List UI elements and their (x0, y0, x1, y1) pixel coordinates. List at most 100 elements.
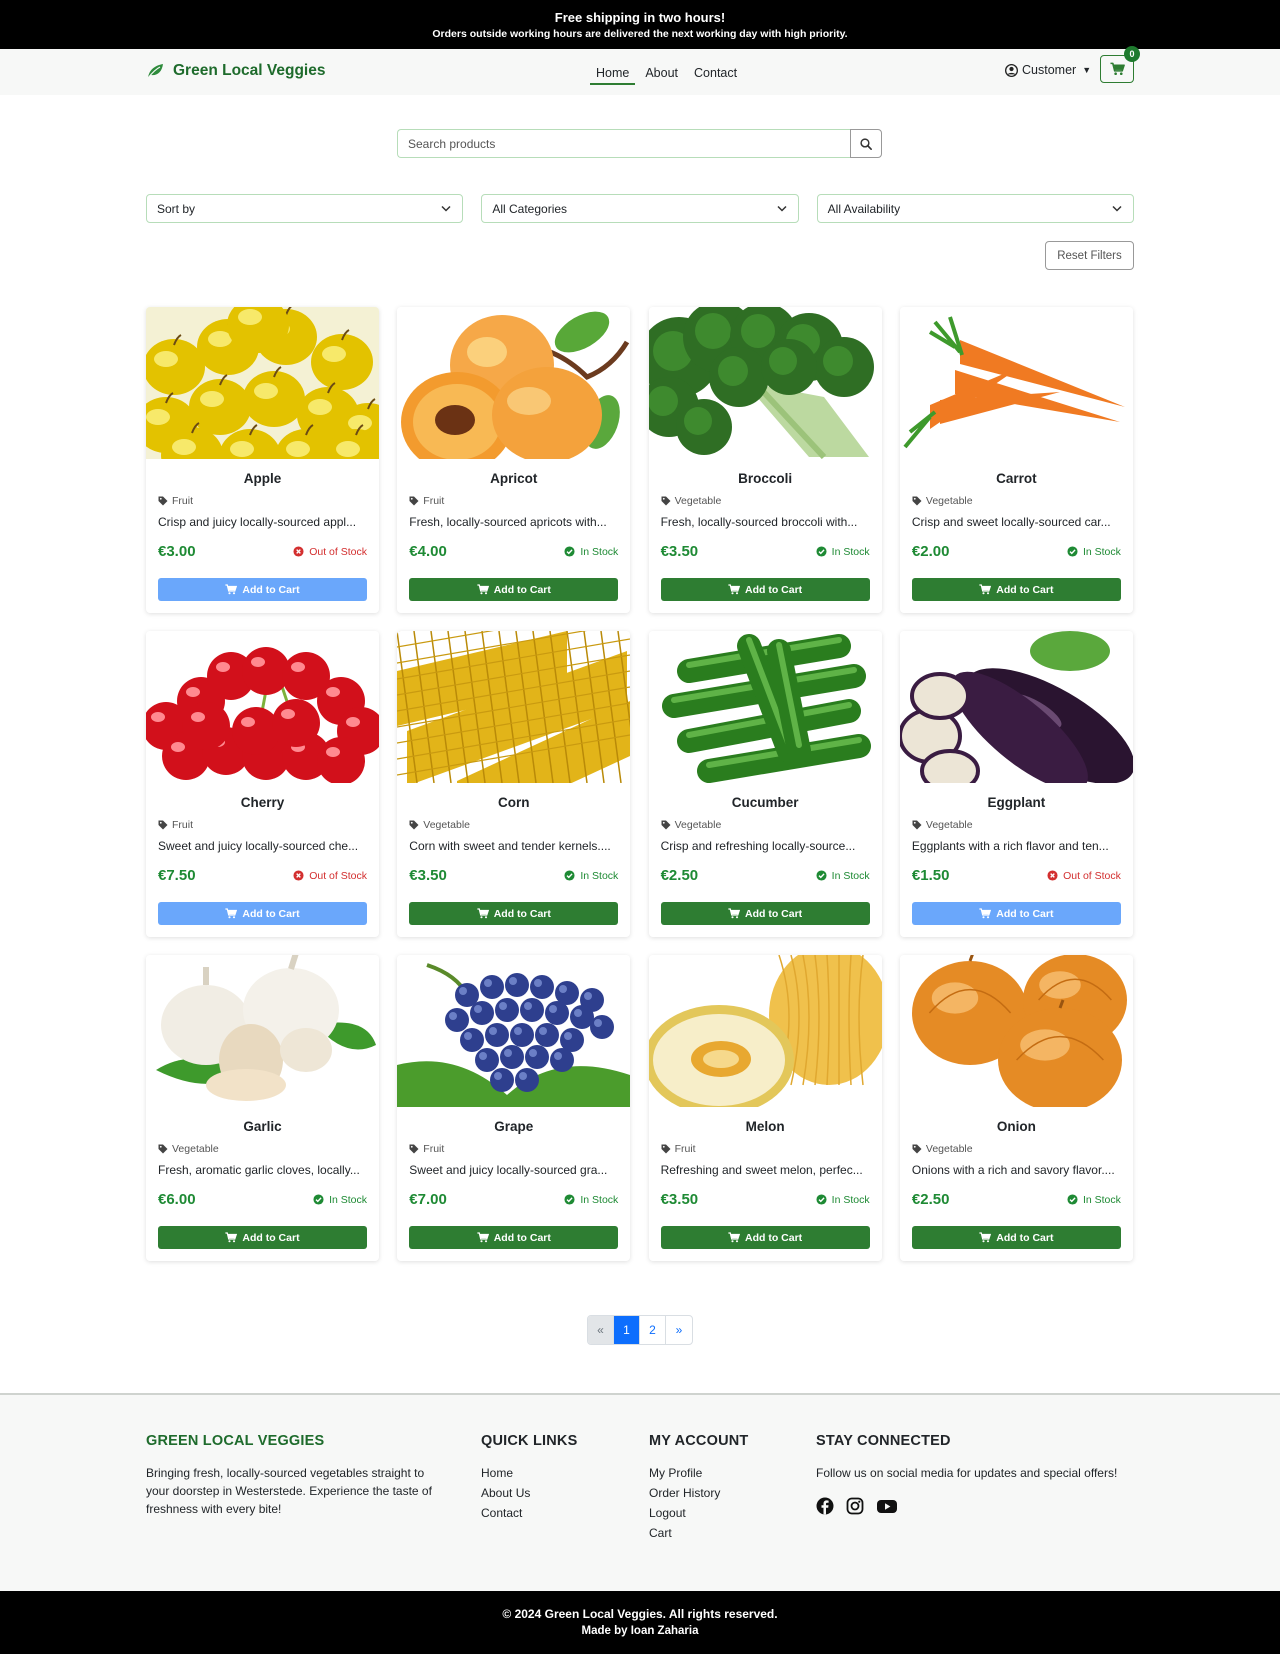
chevron-down-icon (777, 205, 787, 212)
add-to-cart-button[interactable]: Add to Cart (409, 1226, 619, 1249)
product-category: Vegetable (912, 495, 1121, 507)
product-price-row: €3.50 In Stock (409, 867, 618, 884)
stock-status: Out of Stock (293, 546, 367, 558)
tag-icon (661, 1144, 671, 1154)
footer-link-logout[interactable]: Logout (649, 1503, 799, 1523)
footer-about: GREEN LOCAL VEGGIES Bringing fresh, loca… (146, 1433, 446, 1518)
copyright-text: © 2024 Green Local Veggies. All rights r… (502, 1607, 778, 1621)
product-price: €7.50 (158, 867, 196, 884)
nav-link-contact[interactable]: Contact (688, 66, 743, 85)
tag-icon (158, 496, 168, 506)
cart-icon (477, 1232, 489, 1243)
product-price: €2.50 (911, 1191, 950, 1208)
product-category-label: Vegetable (925, 1143, 973, 1155)
instagram-icon[interactable] (846, 1497, 864, 1515)
pagination-next[interactable]: » (666, 1316, 692, 1344)
product-category-label: Vegetable (674, 819, 722, 831)
footer-link-my-profile[interactable]: My Profile (649, 1463, 799, 1483)
product-card[interactable]: Broccoli Vegetable Fresh, locally-source… (648, 307, 882, 613)
add-to-cart-button[interactable]: Add to Cart (911, 578, 1121, 601)
product-card[interactable]: Apple Fruit Crisp and juicy locally-sour… (146, 307, 379, 613)
product-card[interactable]: Carrot Vegetable Crisp and sweet locally… (899, 307, 1133, 613)
add-to-cart-button[interactable]: Add to Cart (409, 902, 619, 925)
footer-brand-heading: GREEN LOCAL VEGGIES (146, 1433, 325, 1449)
product-image[interactable] (899, 631, 1133, 783)
product-name[interactable]: Apricot (397, 471, 630, 486)
footer-link-order-history[interactable]: Order History (649, 1483, 799, 1503)
product-card[interactable]: Cherry Fruit Sweet and juicy locally-sou… (146, 631, 379, 937)
footer-link-cart[interactable]: Cart (649, 1523, 799, 1543)
product-card[interactable]: Onion Vegetable Onions with a rich and s… (899, 955, 1133, 1261)
add-to-cart-button[interactable]: Add to Cart (409, 578, 619, 601)
product-image[interactable] (899, 307, 1133, 459)
add-to-cart-button[interactable]: Add to Cart (911, 1226, 1121, 1249)
product-image[interactable] (146, 955, 379, 1107)
product-name[interactable]: Cucumber (649, 795, 882, 810)
add-to-cart-button[interactable]: Add to Cart (158, 902, 367, 925)
pagination: « 1 2 » (587, 1315, 693, 1345)
add-to-cart-button[interactable]: Add to Cart (158, 1226, 367, 1249)
product-card[interactable]: Garlic Vegetable Fresh, aromatic garlic … (146, 955, 379, 1261)
youtube-icon[interactable] (876, 1497, 898, 1515)
product-name[interactable]: Cherry (146, 795, 379, 810)
account-dropdown[interactable]: Customer ▼ (1005, 63, 1091, 77)
nav-link-about[interactable]: About (639, 66, 684, 85)
product-name[interactable]: Corn (397, 795, 630, 810)
product-card[interactable]: Apricot Fruit Fresh, locally-sourced apr… (397, 307, 631, 613)
product-category: Vegetable (661, 495, 870, 507)
footer-link-about-us[interactable]: About Us (481, 1483, 631, 1503)
search-input[interactable] (397, 129, 850, 158)
product-image[interactable] (397, 307, 631, 459)
product-card[interactable]: Eggplant Vegetable Eggplants with a rich… (899, 631, 1133, 937)
product-card[interactable]: Cucumber Vegetable Crisp and refreshing … (648, 631, 882, 937)
product-name[interactable]: Apple (146, 471, 379, 486)
product-image[interactable] (648, 307, 882, 459)
pagination-page-1[interactable]: 1 (614, 1316, 640, 1344)
add-to-cart-button[interactable]: Add to Cart (158, 578, 367, 601)
facebook-icon[interactable] (816, 1497, 834, 1515)
brand-name: Green Local Veggies (173, 62, 326, 79)
footer-social-text: Follow us on social media for updates an… (816, 1466, 1118, 1480)
footer-link-contact[interactable]: Contact (481, 1503, 631, 1523)
search-button[interactable] (850, 129, 882, 158)
product-name[interactable]: Onion (900, 1119, 1133, 1134)
tag-icon (409, 820, 419, 830)
product-image[interactable] (899, 955, 1133, 1107)
sort-select[interactable]: Sort by (146, 194, 464, 223)
product-name[interactable]: Grape (397, 1119, 630, 1134)
add-to-cart-button[interactable]: Add to Cart (660, 578, 870, 601)
pagination-prev[interactable]: « (588, 1316, 614, 1344)
brand-logo[interactable]: Green Local Veggies (146, 62, 325, 80)
product-image[interactable] (146, 307, 379, 459)
product-image[interactable] (397, 955, 631, 1107)
product-name[interactable]: Garlic (146, 1119, 379, 1134)
product-category-label: Fruit (172, 819, 193, 831)
reset-filters-button[interactable]: Reset Filters (1045, 241, 1134, 270)
pagination-page-2[interactable]: 2 (640, 1316, 666, 1344)
add-to-cart-button[interactable]: Add to Cart (660, 1226, 870, 1249)
add-to-cart-button[interactable]: Add to Cart (660, 902, 870, 925)
product-image[interactable] (648, 631, 882, 783)
product-card[interactable]: Melon Fruit Refreshing and sweet melon, … (648, 955, 882, 1261)
product-image[interactable] (397, 631, 631, 783)
nav-link-home[interactable]: Home (590, 66, 636, 85)
product-name[interactable]: Broccoli (649, 471, 882, 486)
product-description: Corn with sweet and tender kernels.... (409, 839, 611, 853)
footer-link-home[interactable]: Home (481, 1463, 631, 1483)
category-select[interactable]: All Categories (481, 194, 799, 223)
footer: GREEN LOCAL VEGGIES Bringing fresh, loca… (0, 1393, 1280, 1591)
stock-status: In Stock (816, 1194, 870, 1206)
product-description: Fresh, locally-sourced apricots with... (409, 515, 607, 529)
product-name[interactable]: Melon (649, 1119, 882, 1134)
product-name[interactable]: Eggplant (900, 795, 1133, 810)
product-image[interactable] (648, 955, 882, 1107)
product-name[interactable]: Carrot (900, 471, 1133, 486)
availability-select[interactable]: All Availability (816, 194, 1134, 223)
product-card[interactable]: Corn Vegetable Corn with sweet and tende… (397, 631, 631, 937)
product-image[interactable] (146, 631, 379, 783)
product-card[interactable]: Grape Fruit Sweet and juicy locally-sour… (397, 955, 631, 1261)
stock-status-label: In Stock (831, 545, 870, 558)
add-to-cart-button[interactable]: Add to Cart (911, 902, 1121, 925)
check-circle-icon (816, 546, 827, 557)
nav-links: Home About Contact (590, 66, 747, 85)
